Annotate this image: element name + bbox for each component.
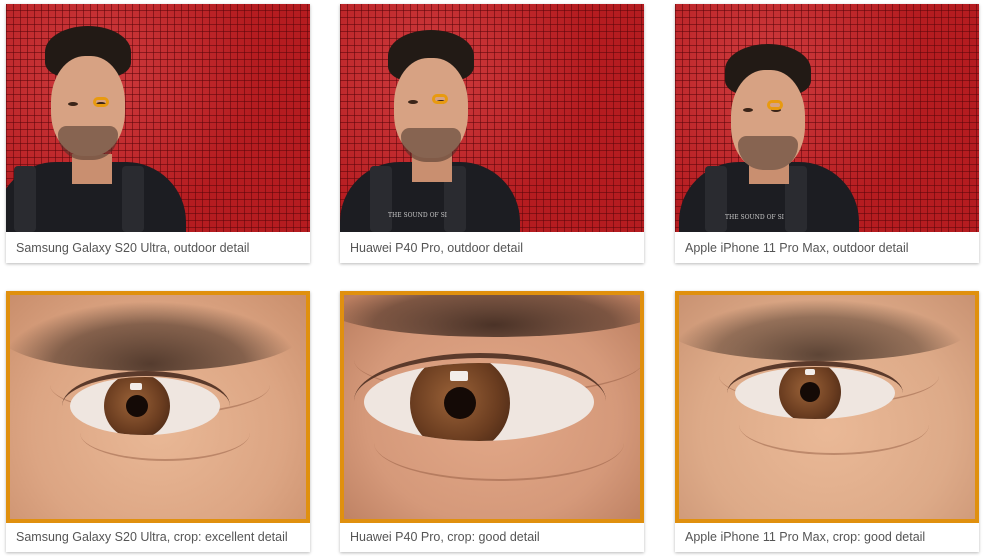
crop-marker: [432, 94, 448, 104]
lower-lid-line: [739, 395, 929, 455]
photo-card-huawei-crop[interactable]: Huawei P40 Pro, crop: good detail: [340, 291, 644, 552]
iphone-outdoor-photo: THE SOUND OF SI: [675, 4, 979, 232]
iphone-eye-crop: [675, 291, 979, 523]
shirt-print: THE SOUND OF SI: [725, 214, 785, 221]
huawei-outdoor-photo: THE SOUND OF SI: [340, 4, 644, 232]
lower-lid-line: [374, 405, 624, 481]
photo-caption: Samsung Galaxy S20 Ultra, crop: excellen…: [16, 530, 288, 544]
lower-lid-line: [80, 405, 250, 461]
photo-caption: Huawei P40 Pro, outdoor detail: [350, 241, 524, 255]
left-eye: [68, 102, 78, 106]
backpack-strap-left: [370, 166, 392, 232]
photo-card-iphone-outdoor[interactable]: THE SOUND OF SI Apple iPhone 11 Pro Max,…: [675, 4, 979, 263]
crop-marker: [767, 100, 783, 110]
backpack-strap-left: [705, 166, 727, 232]
backpack-strap-right: [122, 166, 144, 232]
photo-card-iphone-crop[interactable]: Apple iPhone 11 Pro Max, crop: good deta…: [675, 291, 979, 552]
photo-card-samsung-crop[interactable]: Samsung Galaxy S20 Ultra, crop: excellen…: [6, 291, 310, 552]
huawei-eye-crop: [340, 291, 644, 523]
samsung-eye-crop: [6, 291, 310, 523]
left-eye: [743, 108, 753, 112]
crop-marker: [93, 97, 109, 107]
photo-caption: Apple iPhone 11 Pro Max, outdoor detail: [685, 241, 909, 255]
samsung-outdoor-photo: [6, 4, 310, 232]
photo-caption: Huawei P40 Pro, crop: good detail: [350, 530, 540, 544]
photo-card-samsung-outdoor[interactable]: Samsung Galaxy S20 Ultra, outdoor detail: [6, 4, 310, 263]
photo-caption: Samsung Galaxy S20 Ultra, outdoor detail: [16, 241, 250, 255]
shirt-print: THE SOUND OF SI: [388, 212, 448, 219]
photo-caption: Apple iPhone 11 Pro Max, crop: good deta…: [685, 530, 926, 544]
left-eye: [408, 100, 418, 104]
photo-card-huawei-outdoor[interactable]: THE SOUND OF SI Huawei P40 Pro, outdoor …: [340, 4, 644, 263]
backpack-strap-left: [14, 166, 36, 232]
